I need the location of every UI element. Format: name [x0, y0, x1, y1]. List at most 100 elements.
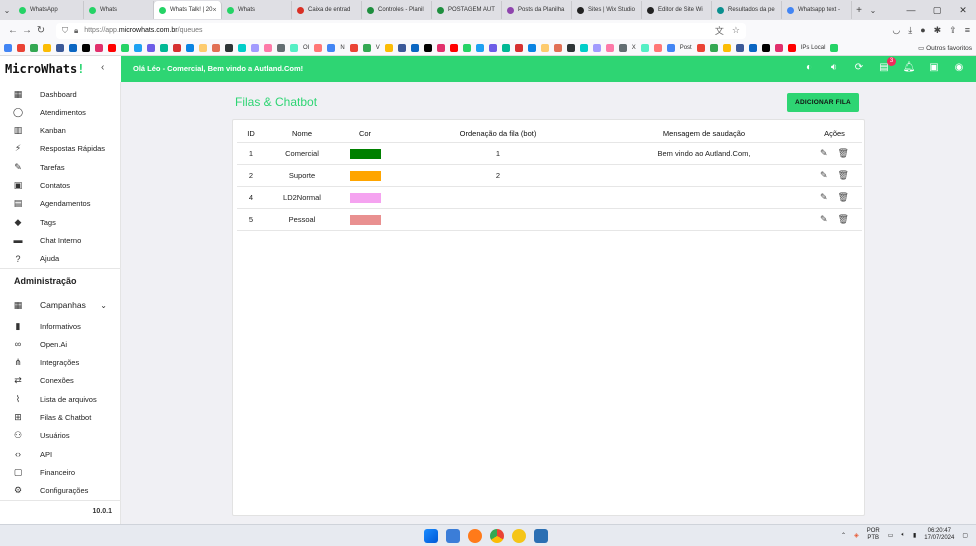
bookmark-favicon-icon[interactable]: [290, 44, 298, 52]
bookmark-favicon-icon[interactable]: [199, 44, 207, 52]
bookmark-favicon-icon[interactable]: [618, 44, 627, 52]
bookmark-favicon-icon[interactable]: [592, 44, 601, 52]
file-explorer-icon[interactable]: [446, 529, 460, 543]
bookmark-favicon-icon[interactable]: [527, 44, 536, 52]
bookmark-favicon-icon[interactable]: [579, 44, 588, 52]
delete-icon[interactable]: 🗑︎: [838, 170, 849, 181]
browser-tab[interactable]: Whats: [222, 1, 292, 19]
tray-app-icon[interactable]: ◈: [854, 532, 859, 539]
bookmark-favicon-icon[interactable]: [173, 44, 181, 52]
sidebar-item-campanhas[interactable]: ▦ Campanhas ⌄: [0, 297, 121, 313]
sidebar-item-dashboard[interactable]: ▦ Dashboard: [0, 86, 121, 102]
bookmark-favicon-icon[interactable]: [349, 44, 358, 52]
bookmark-favicon-icon[interactable]: [82, 44, 90, 52]
chevron-down-icon[interactable]: ⌄: [100, 301, 107, 310]
bookmark-favicon-icon[interactable]: [43, 44, 51, 52]
bookmark-favicon-icon[interactable]: [748, 44, 757, 52]
bookmark-favicon-icon[interactable]: [160, 44, 168, 52]
browser-tab[interactable]: Posts da Planilha: [502, 1, 572, 19]
chrome-icon[interactable]: [490, 529, 504, 543]
bookmark-favicon-icon[interactable]: [488, 44, 497, 52]
volume-icon[interactable]: 🔉︎: [827, 61, 841, 75]
tab-list-chevron-icon[interactable]: ⌄: [0, 6, 14, 15]
bookmark-favicon-icon[interactable]: [277, 44, 285, 52]
chat-notifications-icon[interactable]: ▤ 3: [877, 57, 896, 75]
bookmark-favicon-icon[interactable]: [134, 44, 142, 52]
firefox-icon[interactable]: [468, 529, 482, 543]
forward-icon[interactable]: →: [20, 25, 34, 36]
bookmark-favicon-icon[interactable]: [30, 44, 38, 52]
bookmark-favicon-icon[interactable]: [212, 44, 220, 52]
bookmark-favicon-icon[interactable]: [264, 44, 272, 52]
sidebar-item-tags[interactable]: ◆ Tags: [0, 214, 121, 230]
bookmark-favicon-icon[interactable]: [514, 44, 523, 52]
bookmark-favicon-icon[interactable]: [709, 44, 718, 52]
bookmark-favicon-icon[interactable]: [56, 44, 64, 52]
app-icon[interactable]: [512, 529, 526, 543]
bookmark-favicon-icon[interactable]: [761, 44, 770, 52]
delete-icon[interactable]: 🗑︎: [838, 192, 849, 203]
bookmark-favicon-icon[interactable]: [327, 44, 336, 52]
sidebar-item-atendimentos[interactable]: ◯ Atendimentos: [0, 104, 121, 120]
speaker-icon[interactable]: 🔈︎: [901, 532, 905, 539]
bookmark-favicon-icon[interactable]: [423, 44, 432, 52]
bookmark-favicon-icon[interactable]: [225, 44, 233, 52]
other-bookmarks-folder[interactable]: ▭ Outros favoritos: [918, 44, 972, 52]
sidebar-item-usuarios[interactable]: ⚇ Usuários: [0, 428, 121, 444]
bookmark-favicon-icon[interactable]: [69, 44, 77, 52]
sidebar-item-agendamentos[interactable]: ▤ Agendamentos: [0, 196, 121, 212]
bookmark-favicon-icon[interactable]: [830, 44, 839, 52]
bookmark-favicon-icon[interactable]: [251, 44, 259, 52]
tab-close-icon[interactable]: ×: [212, 7, 216, 14]
bookmark-favicon-icon[interactable]: [449, 44, 458, 52]
sidebar-item-configuracoes[interactable]: ⚙ Configurações: [0, 483, 121, 499]
battery-icon[interactable]: ▮: [913, 532, 916, 539]
browser-tab[interactable]: Whatsapp text -: [782, 1, 852, 19]
bookmark-favicon-icon[interactable]: [722, 44, 731, 52]
share-icon[interactable]: ⇪: [949, 25, 957, 36]
calculator-icon[interactable]: [534, 529, 548, 543]
bookmark-favicon-icon[interactable]: [605, 44, 614, 52]
browser-tab[interactable]: Sites | Wix Studio: [572, 1, 642, 19]
new-tab-button[interactable]: +: [852, 5, 866, 16]
bookmark-favicon-icon[interactable]: [186, 44, 194, 52]
bookmark-favicon-icon[interactable]: [787, 44, 796, 52]
bookmark-favicon-icon[interactable]: [540, 44, 549, 52]
bookmark-label[interactable]: N: [340, 45, 344, 51]
bookmark-label[interactable]: X: [632, 45, 636, 51]
bookmark-favicon-icon[interactable]: [475, 44, 484, 52]
account-icon[interactable]: ●: [920, 25, 925, 36]
bookmark-favicon-icon[interactable]: [735, 44, 744, 52]
extensions-icon[interactable]: ✱: [934, 25, 942, 36]
bookmark-favicon-icon[interactable]: [696, 44, 705, 52]
browser-tab[interactable]: Resultados da pe: [712, 1, 782, 19]
edit-icon[interactable]: ✎: [820, 214, 828, 225]
sidebar-item-financeiro[interactable]: ▢ Financeiro: [0, 464, 121, 480]
network-icon[interactable]: ▭: [888, 532, 894, 539]
bookmark-star-icon[interactable]: ☆: [732, 25, 740, 36]
bookmark-favicon-icon[interactable]: [436, 44, 445, 52]
pocket-icon[interactable]: ◡: [892, 25, 900, 36]
maximize-icon[interactable]: ▢: [924, 5, 950, 16]
browser-tab[interactable]: Caixa de entrad: [292, 1, 362, 19]
delete-icon[interactable]: 🗑︎: [838, 214, 849, 225]
bookmark-favicon-icon[interactable]: [108, 44, 116, 52]
minimize-icon[interactable]: —: [898, 5, 924, 16]
bookmark-favicon-icon[interactable]: [501, 44, 510, 52]
sidebar-item-kanban[interactable]: ▥ Kanban: [0, 123, 121, 139]
theme-toggle-icon[interactable]: ◐: [802, 61, 816, 75]
bookmark-favicon-icon[interactable]: [362, 44, 371, 52]
sidebar-item-filas-chatbot[interactable]: ⊞ Filas & Chatbot: [0, 410, 121, 426]
tab-overflow-icon[interactable]: ⌄: [866, 6, 880, 15]
bookmark-label[interactable]: V: [376, 45, 380, 51]
user-account-icon[interactable]: ◉: [952, 61, 966, 75]
bookmark-label[interactable]: OI: [303, 45, 309, 51]
bookmark-favicon-icon[interactable]: [397, 44, 406, 52]
browser-tab[interactable]: Editor de Site Wi: [642, 1, 712, 19]
bookmark-favicon-icon[interactable]: [4, 44, 12, 52]
bookmark-label[interactable]: IPs Local: [801, 45, 826, 51]
notifications-icon[interactable]: ▢: [962, 532, 968, 539]
tray-chevron-icon[interactable]: ⌃: [841, 532, 846, 539]
browser-tab[interactable]: Whats Talk! | 20 ×: [154, 1, 222, 19]
bookmark-favicon-icon[interactable]: [653, 44, 662, 52]
